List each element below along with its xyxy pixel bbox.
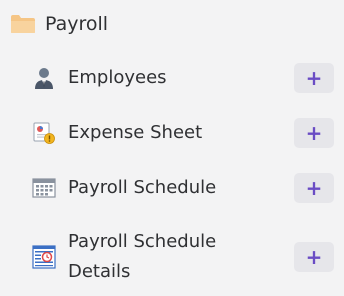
group-title: Payroll (45, 13, 109, 35)
item-label: Expense Sheet (68, 122, 203, 143)
item-label: Payroll Schedule (68, 177, 217, 198)
list-item-expense-sheet[interactable]: Expense Sheet + (32, 117, 334, 149)
expense-sheet-icon (32, 121, 56, 145)
item-label: Employees (68, 67, 167, 88)
add-expense-sheet-button[interactable]: + (294, 118, 334, 148)
payroll-group-header[interactable]: Payroll (10, 8, 108, 40)
add-payroll-schedule-button[interactable]: + (294, 173, 334, 203)
list-item-payroll-schedule[interactable]: Payroll Schedule + (32, 172, 334, 204)
employee-icon (32, 66, 56, 90)
list-item-payroll-schedule-details[interactable]: Payroll Schedule Details + (32, 227, 334, 287)
add-employee-button[interactable]: + (294, 63, 334, 93)
schedule-details-icon (32, 245, 56, 269)
add-payroll-schedule-details-button[interactable]: + (294, 242, 334, 272)
list-item-employees[interactable]: Employees + (32, 62, 334, 94)
item-label: Payroll Schedule Details (68, 231, 217, 282)
folder-icon (10, 14, 36, 34)
calendar-icon (32, 176, 56, 200)
